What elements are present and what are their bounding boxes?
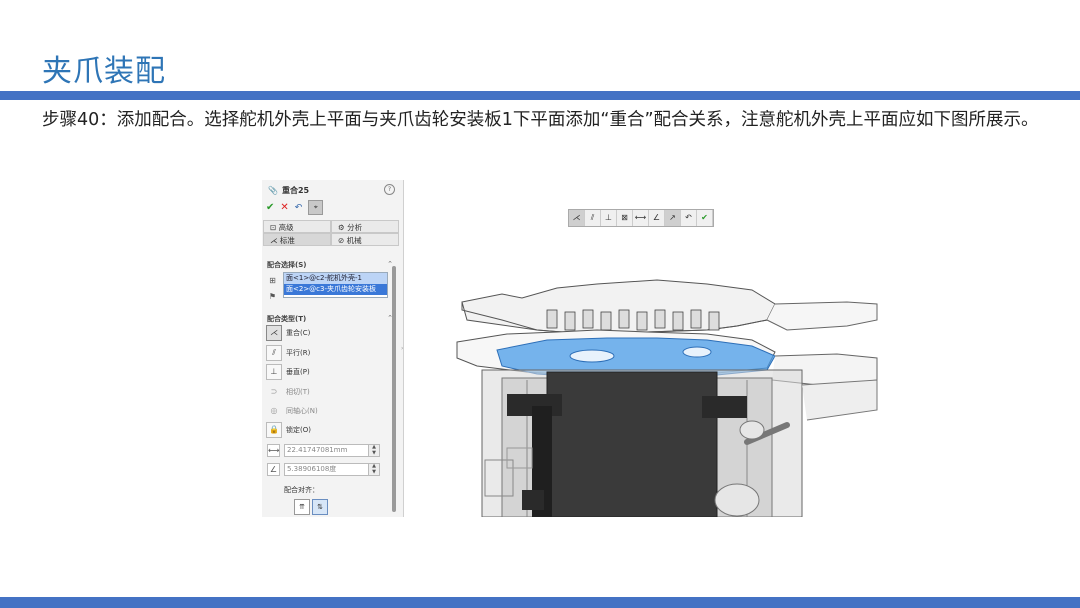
distance-icon[interactable]: ⟷ [267, 444, 280, 457]
panel-title: 重合25 [281, 186, 310, 195]
concentric-icon: ◎ [270, 405, 278, 415]
mate-type-label: 相切(T) [286, 387, 310, 396]
undo-button[interactable]: ↶ [295, 203, 303, 213]
mate-types-header[interactable]: 配合类型(T) [267, 314, 306, 324]
panel-scrollbar[interactable] [392, 266, 396, 512]
tab-mechanical[interactable]: ⊘ 机械 [331, 233, 399, 246]
perpendicular-icon: ⊥ [266, 363, 282, 380]
ok-button[interactable]: ✔ [266, 202, 274, 213]
tab-advanced-label: 高级 [278, 223, 294, 232]
graphics-viewport[interactable] [407, 180, 887, 518]
mate-type-perpendicular[interactable]: ⊥ 垂直(P) [266, 363, 310, 380]
mate-type-coincident[interactable]: ⋌ 重合(C) [266, 324, 311, 341]
title-underline-bar [0, 91, 1080, 100]
tab-standard-label: 标准 [279, 236, 295, 245]
slide-title: 夹爪装配 [42, 54, 166, 89]
model-render[interactable] [407, 180, 887, 518]
panel-collapse-handle[interactable]: › [401, 345, 406, 365]
multi-select-icon[interactable]: ⊞ [267, 275, 278, 286]
mate-selection-header[interactable]: 配合选择(S) [267, 260, 306, 270]
mate-type-lock[interactable]: 🔒 锁定(O) [266, 421, 311, 438]
mate-alignment-label: 配合对齐： [284, 486, 319, 494]
mate-type-parallel[interactable]: ⫽ 平行(R) [266, 344, 311, 361]
advanced-tab-icon: ⊡ [270, 223, 279, 232]
mate-type-label: 垂直(P) [286, 367, 310, 376]
tangent-icon: ⊃ [270, 386, 278, 396]
standard-tab-icon: ⋌ [270, 236, 280, 245]
make-first-icon[interactable]: ⚑ [267, 291, 278, 302]
tab-mechanical-label: 机械 [346, 236, 362, 245]
anti-aligned-button[interactable]: ⇅ [312, 499, 328, 515]
mate-context-toolbar: ⋌ ⫽ ⊥ ⊠ ⟷ ∠ ↗ ↶ ✔ [568, 209, 714, 227]
mate-selection-list[interactable]: 面<1>@c2-舵机外壳-1 面<2>@c3-夹爪齿轮安装板 [283, 272, 388, 298]
mate-clip-icon: 📎 [268, 186, 278, 195]
panel-header: 📎 重合25 [268, 185, 309, 196]
lock-icon: 🔒 [266, 421, 282, 438]
ok-icon[interactable]: ✔ [697, 210, 713, 226]
angle-input[interactable]: 5.38906108度 [284, 463, 370, 476]
mate-type-concentric[interactable]: ◎ 同轴心(N) [266, 403, 318, 418]
mate-type-label: 平行(R) [286, 348, 311, 357]
parallel-icon[interactable]: ⫽ [585, 210, 601, 226]
flip-icon[interactable]: ↗ [665, 210, 681, 226]
tab-standard[interactable]: ⋌ 标准 [263, 233, 331, 246]
parallel-icon: ⫽ [266, 344, 282, 361]
undo-icon[interactable]: ↶ [681, 210, 697, 226]
mate-type-label: 重合(C) [286, 328, 311, 337]
pin-button[interactable]: ⌖ [308, 200, 324, 215]
mate-type-label: 锁定(O) [286, 425, 311, 434]
mate-type-tangent[interactable]: ⊃ 相切(T) [266, 384, 310, 399]
aligned-button[interactable]: ⇈ [294, 499, 310, 515]
property-manager-panel: 📎 重合25 ? ✔ ✕ ↶ ⌖ ⊡ 高级 ⚙ 分析 ⋌ 标准 ⊘ 机械 配合选择… [262, 180, 404, 517]
angle-spinner[interactable]: ▲ ▼ [368, 463, 380, 476]
distance-input[interactable]: 22.41747081mm [284, 444, 370, 457]
analysis-tab-icon: ⚙ [338, 223, 348, 232]
tab-advanced[interactable]: ⊡ 高级 [263, 220, 331, 233]
step-text: 步骤40：添加配合。选择舵机外壳上平面与夹爪齿轮安装板1下平面添加“重合”配合关… [42, 110, 1039, 130]
angle-icon[interactable]: ∠ [649, 210, 665, 226]
help-icon[interactable]: ? [384, 184, 395, 195]
coincident-icon: ⋌ [266, 324, 282, 341]
tab-analysis-label: 分析 [347, 223, 363, 232]
cancel-button[interactable]: ✕ [280, 202, 288, 213]
perpendicular-icon[interactable]: ⊥ [601, 210, 617, 226]
mate-type-label: 同轴心(N) [286, 406, 318, 415]
distance-spinner[interactable]: ▲ ▼ [368, 444, 380, 457]
footer-bar [0, 597, 1080, 608]
mechanical-tab-icon: ⊘ [338, 236, 347, 245]
tab-analysis[interactable]: ⚙ 分析 [331, 220, 399, 233]
angle-icon[interactable]: ∠ [267, 463, 280, 476]
distance-icon[interactable]: ⟷ [633, 210, 649, 226]
coincident-icon[interactable]: ⋌ [569, 210, 585, 226]
list-item[interactable]: 面<2>@c3-夹爪齿轮安装板 [284, 284, 387, 295]
lock-icon[interactable]: ⊠ [617, 210, 633, 226]
list-item[interactable]: 面<1>@c2-舵机外壳-1 [284, 273, 387, 284]
